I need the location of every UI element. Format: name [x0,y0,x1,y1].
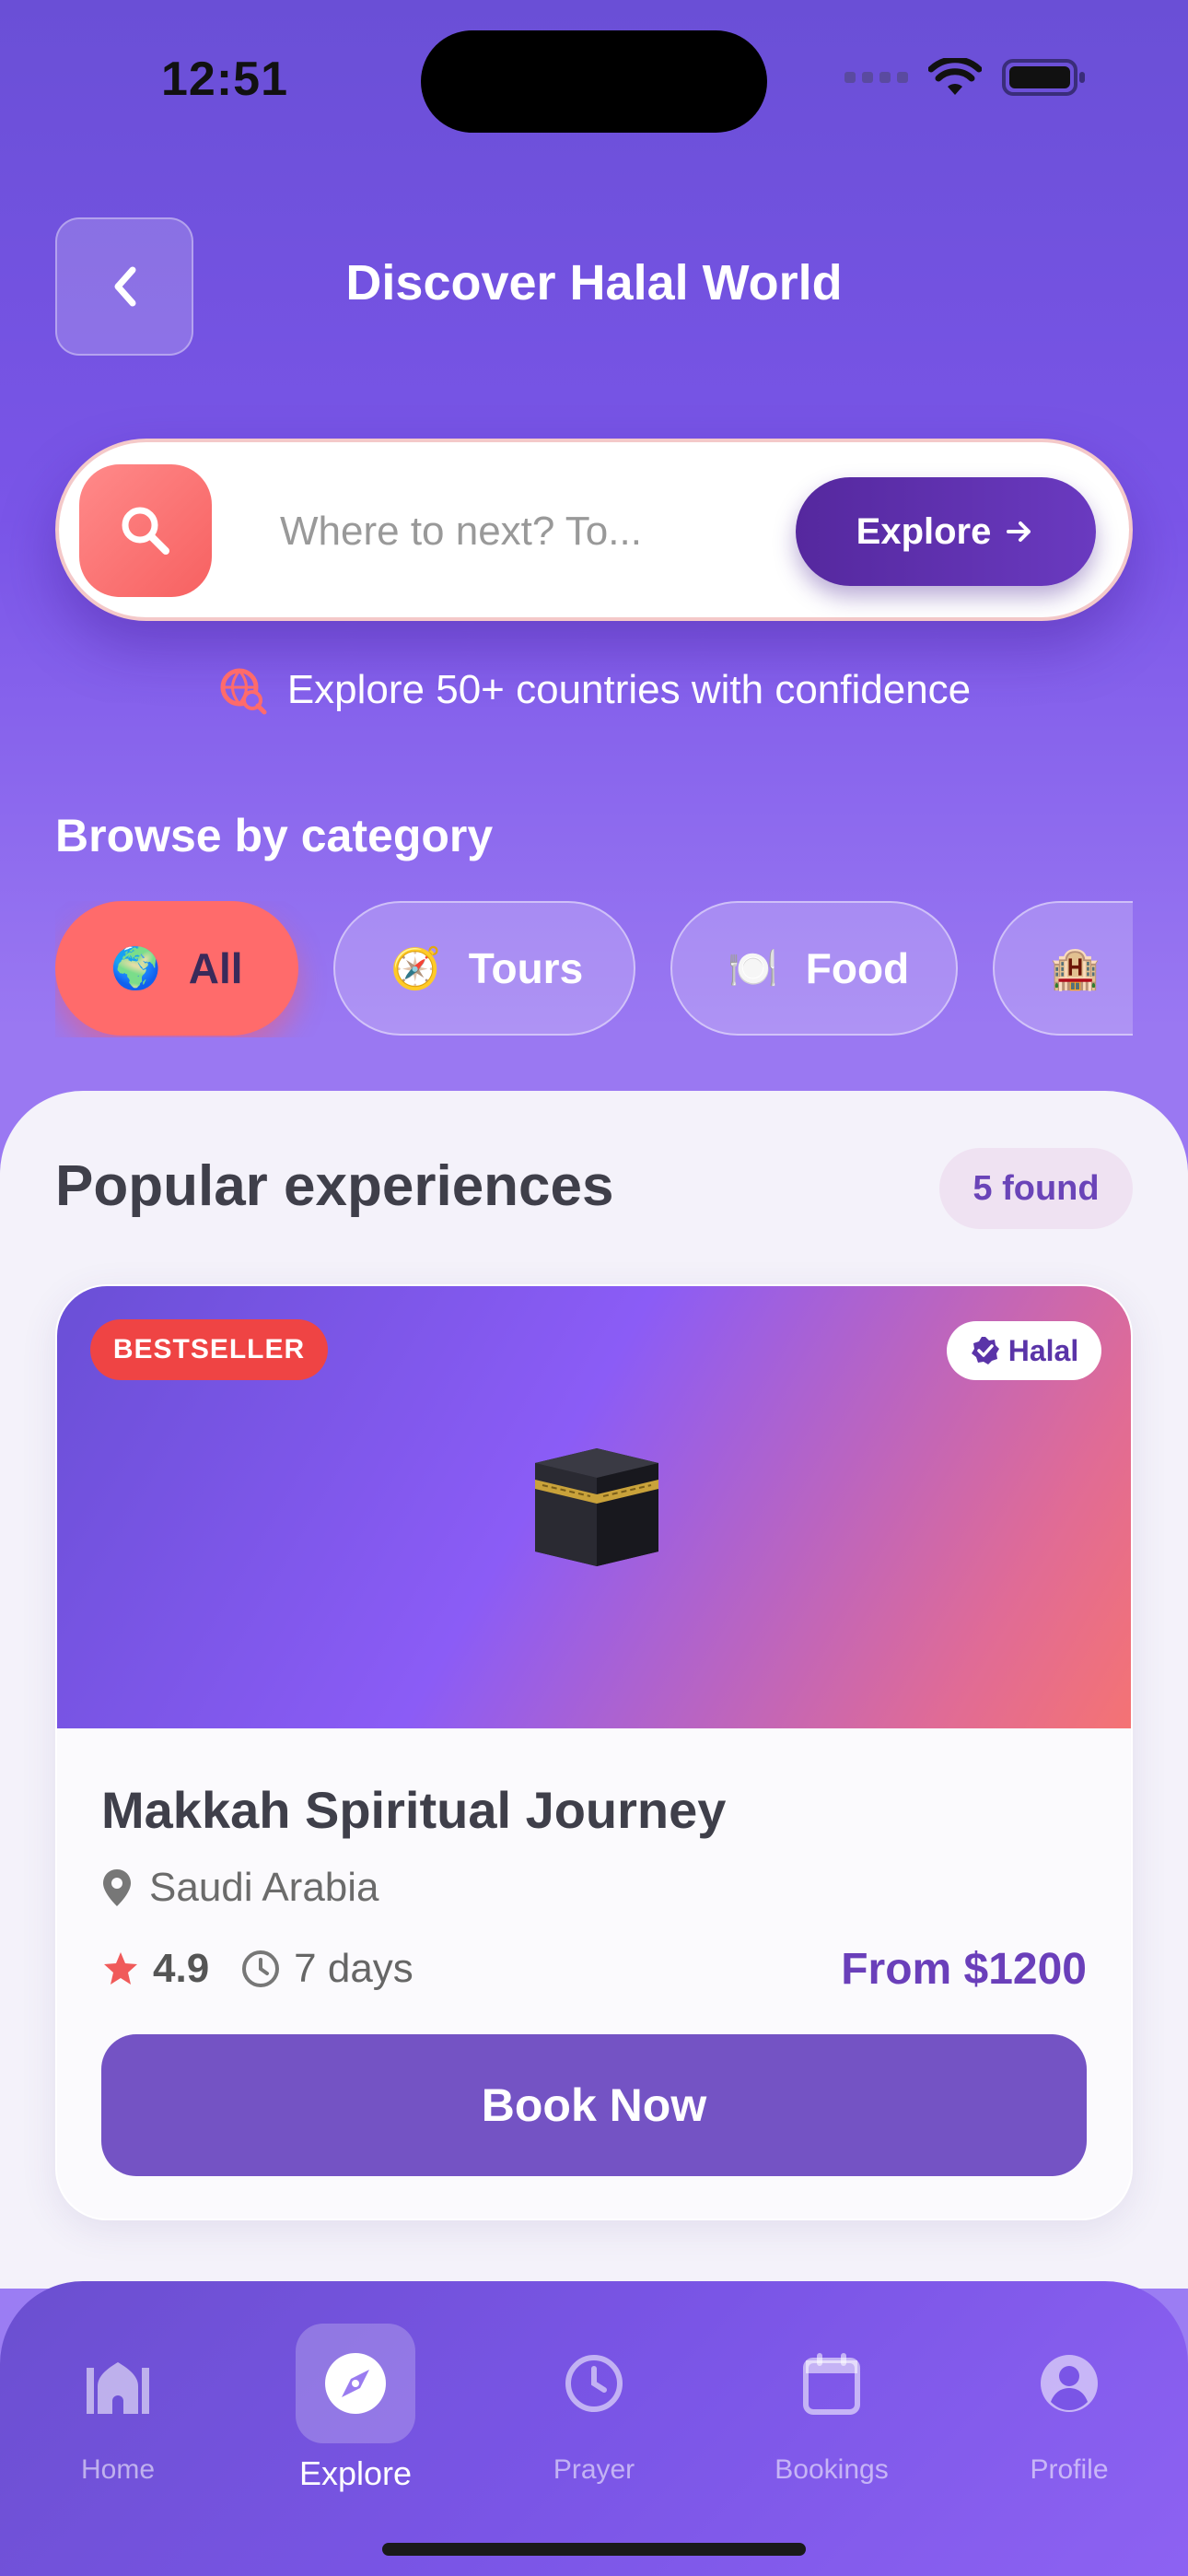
results-count-badge: 5 found [939,1148,1133,1229]
card-rating: 4.9 [153,1946,210,1991]
category-chip-food[interactable]: 🍽️ Food [670,901,958,1036]
page-title: Discover Halal World [345,255,843,310]
category-chip-all[interactable]: 🌍 All [55,901,298,1036]
explore-hint-text: Explore 50+ countries with confidence [286,667,972,712]
nav-label: Profile [1030,2454,1109,2485]
card-duration: 7 days [294,1946,413,1991]
search-button[interactable] [79,464,212,597]
nav-item-explore[interactable]: Explore [263,2324,448,2493]
compass-icon [325,2353,386,2414]
card-image: BESTSELLER Halal [57,1286,1131,1728]
battery-icon [1002,59,1085,96]
header: Discover Halal World [55,217,1133,356]
card-location-text: Saudi Arabia [149,1865,379,1910]
experience-card[interactable]: BESTSELLER Halal Makkah Spiritual Journe… [55,1284,1133,2220]
wifi-icon [928,58,982,95]
nav-label: Explore [298,2454,413,2492]
category-list: 🌍 All 🧭 Tours 🍽️ Food 🏨 [55,901,1133,1037]
nav-item-bookings[interactable]: Bookings [740,2324,924,2486]
explore-button-label: Explore [856,510,992,552]
search-icon [122,507,169,555]
verified-icon [971,1337,999,1364]
search-bar: Where to next? To... Explore [55,439,1133,621]
status-time: 12:51 [161,53,288,106]
card-title: Makkah Spiritual Journey [101,1781,727,1839]
section-title: Popular experiences [55,1154,614,1218]
mosque-icon [87,2362,149,2414]
nav-label: Home [80,2454,156,2485]
nav-label: Bookings [775,2454,889,2485]
plate-icon: 🍽️ [728,946,778,991]
compass-emoji-icon: 🧭 [390,946,441,991]
status-icons [844,57,1087,98]
calendar-icon [803,2353,860,2415]
explore-hint: Explore 50+ countries with confidence [0,665,1188,715]
halal-badge-label: Halal [1007,1333,1079,1367]
nav-label: Prayer [553,2454,635,2485]
globe-icon: 🌍 [111,946,161,991]
location-pin-icon [103,1869,131,1906]
card-location: Saudi Arabia [101,1865,379,1911]
dynamic-island [421,30,767,133]
card-price: From $1200 [841,1945,1087,1994]
content-panel: Popular experiences 5 found BESTSELLER H… [0,1091,1188,2289]
category-section-label: Browse by category [55,810,494,861]
book-now-button[interactable]: Book Now [101,2034,1087,2176]
hotel-icon: 🏨 [1050,946,1101,991]
category-chip-hotels[interactable]: 🏨 [993,901,1133,1036]
bestseller-badge: BESTSELLER [90,1319,328,1380]
profile-icon [1041,2355,1098,2412]
category-chip-tours[interactable]: 🧭 Tours [333,901,635,1036]
category-chip-label: Food [805,944,910,992]
home-indicator[interactable] [382,2543,806,2556]
category-chip-label: All [188,944,243,992]
status-bar: 12:51 [0,0,1188,157]
globe-search-icon [220,668,267,715]
clock-icon [565,2355,623,2412]
card-meta: 4.9 7 days [101,1946,413,1992]
star-icon [104,1952,137,1985]
explore-button[interactable]: Explore [796,477,1096,586]
category-chip-label: Tours [468,944,584,992]
nav-item-prayer[interactable]: Prayer [502,2324,686,2486]
kaaba-icon [535,1448,658,1566]
cellular-signal-icon [844,72,908,83]
nav-item-profile[interactable]: Profile [977,2324,1161,2486]
search-input[interactable]: Where to next? To... [280,509,704,555]
arrow-right-icon [1007,521,1031,542]
halal-badge: Halal [947,1321,1101,1380]
nav-item-home[interactable]: Home [26,2324,210,2486]
bottom-nav: Home Explore Prayer Bookings Profile [0,2281,1188,2576]
clock-icon [242,1950,280,1987]
